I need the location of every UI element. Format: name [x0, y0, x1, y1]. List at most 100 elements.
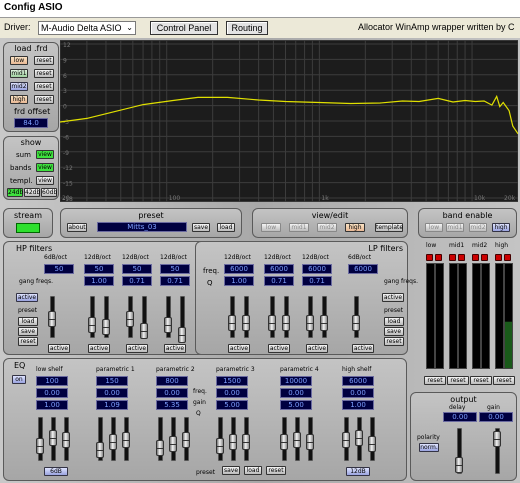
range-60db-button[interactable]: 60db — [41, 188, 57, 197]
eq-fader[interactable] — [368, 417, 376, 461]
eq-preset-load-button[interactable]: load — [244, 466, 262, 475]
hp-q-fader[interactable] — [178, 296, 186, 343]
lp-freq-fader-knob[interactable] — [306, 315, 314, 331]
hp-q-value[interactable]: 1.00 — [84, 276, 114, 286]
eq-fader[interactable] — [109, 417, 117, 461]
preset-name-field[interactable]: Mitts_03 — [97, 222, 187, 232]
hp-active-button[interactable]: active — [164, 344, 186, 353]
hp-gang-active-button[interactable]: active — [16, 293, 38, 302]
load-low-button[interactable]: low — [10, 56, 28, 65]
eq-fader[interactable] — [182, 417, 190, 461]
eq-q-value[interactable]: 5.00 — [216, 400, 248, 410]
hp-q-fader-knob[interactable] — [178, 327, 186, 343]
eq-gain-value[interactable]: 0.00 — [156, 388, 188, 398]
clip-led[interactable] — [481, 254, 488, 261]
eq-fader-knob[interactable] — [280, 434, 288, 450]
eq-fader-knob[interactable] — [306, 434, 314, 450]
driver-select[interactable]: M-Audio Delta ASIO ⌄ — [38, 21, 136, 35]
hp-q-fader[interactable] — [102, 296, 110, 338]
eq-fader-knob[interactable] — [96, 442, 104, 458]
about-button[interactable]: about — [67, 223, 87, 232]
clip-led[interactable] — [449, 254, 456, 261]
range-24db-button[interactable]: 24db — [7, 188, 23, 197]
hp-preset-save-button[interactable]: save — [18, 327, 38, 336]
eq-fader-knob[interactable] — [342, 432, 350, 448]
lp-preset-reset-button[interactable]: reset — [384, 337, 404, 346]
eq-fader-knob[interactable] — [122, 432, 130, 448]
hp-preset-load-button[interactable]: load — [18, 317, 38, 326]
eq-fader-knob[interactable] — [229, 434, 237, 450]
delay-fader[interactable] — [455, 428, 463, 474]
eq-fader-knob[interactable] — [49, 430, 57, 446]
hp-q-fader[interactable] — [140, 296, 148, 339]
hp-freq-fader[interactable] — [88, 296, 96, 338]
gain-fader-knob[interactable] — [493, 431, 501, 447]
hp-freq-fader[interactable] — [48, 296, 56, 338]
hp-active-button[interactable]: active — [126, 344, 148, 353]
load-high-button[interactable]: high — [10, 95, 28, 104]
enable-mid1-button[interactable]: mid1 — [446, 223, 464, 232]
hp-preset-reset-button[interactable]: reset — [18, 337, 38, 346]
lp-freq-value[interactable]: 6000 — [348, 264, 378, 274]
lp-q-fader-knob[interactable] — [242, 315, 250, 331]
hp-active-button[interactable]: active — [88, 344, 110, 353]
meter-reset-button[interactable]: reset — [470, 376, 492, 385]
hp-freq-fader-knob[interactable] — [126, 311, 134, 327]
lp-freq-value[interactable]: 6000 — [302, 264, 332, 274]
delay-value[interactable]: 0.00 — [443, 412, 477, 422]
lp-active-button[interactable]: active — [352, 344, 374, 353]
lp-active-button[interactable]: active — [306, 344, 328, 353]
eq-fader[interactable] — [169, 417, 177, 461]
eq-fader[interactable] — [96, 417, 104, 461]
eq-fader-knob[interactable] — [355, 430, 363, 446]
eq-fader[interactable] — [36, 417, 44, 461]
lp-q-value[interactable]: 0.71 — [264, 276, 294, 286]
clip-led[interactable] — [435, 254, 442, 261]
eq-gain-value[interactable]: 0.00 — [280, 388, 312, 398]
eq-freq-value[interactable]: 6000 — [342, 376, 374, 386]
eq-fader-knob[interactable] — [216, 438, 224, 454]
hp-q-value[interactable]: 0.71 — [160, 276, 190, 286]
reset-low-button[interactable]: reset — [34, 56, 54, 65]
reset-mid2-button[interactable]: reset — [34, 82, 54, 91]
eq-preset-reset-button[interactable]: reset — [266, 466, 286, 475]
range-42db-button[interactable]: 42db — [24, 188, 40, 197]
reset-mid1-button[interactable]: reset — [34, 69, 54, 78]
reset-high-button[interactable]: reset — [34, 95, 54, 104]
meter-reset-button[interactable]: reset — [493, 376, 515, 385]
lp-q-value[interactable]: 0.71 — [302, 276, 332, 286]
lp-q-fader[interactable] — [242, 296, 250, 338]
meter-reset-button[interactable]: reset — [447, 376, 469, 385]
eq-fader[interactable] — [293, 417, 301, 461]
view-high-button[interactable]: high — [345, 223, 365, 232]
eq-fader[interactable] — [342, 417, 350, 461]
hp-freq-value[interactable]: 50 — [160, 264, 190, 274]
eq-preset-save-button[interactable]: save — [222, 466, 240, 475]
eq-fader[interactable] — [216, 417, 224, 461]
eq-freq-value[interactable]: 10000 — [280, 376, 312, 386]
eq-fader-knob[interactable] — [156, 440, 164, 456]
eq-q-value[interactable]: 5.00 — [280, 400, 312, 410]
templ-view-toggle[interactable]: view — [36, 176, 54, 185]
hp-q-fader-knob[interactable] — [140, 323, 148, 339]
eq-high-db-button[interactable]: 12dB — [346, 467, 370, 476]
template-button[interactable]: template — [375, 223, 403, 232]
lp-gang-active-button[interactable]: active — [382, 293, 404, 302]
hp-freq-fader[interactable] — [164, 296, 172, 338]
load-mid1-button[interactable]: mid1 — [10, 69, 28, 78]
eq-fader[interactable] — [156, 417, 164, 461]
stream-indicator[interactable] — [16, 223, 40, 233]
frequency-response-graph[interactable]: 129630-3-6-9-12-15-18 20 100 1k 10k 20k — [60, 40, 518, 202]
sum-view-toggle[interactable]: view — [36, 150, 54, 159]
eq-low-db-button[interactable]: 6dB — [44, 467, 68, 476]
gain-fader[interactable] — [493, 428, 501, 474]
lp-active-button[interactable]: active — [228, 344, 250, 353]
eq-freq-value[interactable]: 800 — [156, 376, 188, 386]
eq-on-button[interactable]: on — [12, 375, 26, 384]
lp-preset-load-button[interactable]: load — [384, 317, 404, 326]
eq-q-value[interactable]: 1.00 — [36, 400, 68, 410]
hp-freq-value[interactable]: 50 — [44, 264, 74, 274]
clip-led[interactable] — [472, 254, 479, 261]
lp-q-fader-knob[interactable] — [320, 315, 328, 331]
enable-low-button[interactable]: low — [425, 223, 443, 232]
